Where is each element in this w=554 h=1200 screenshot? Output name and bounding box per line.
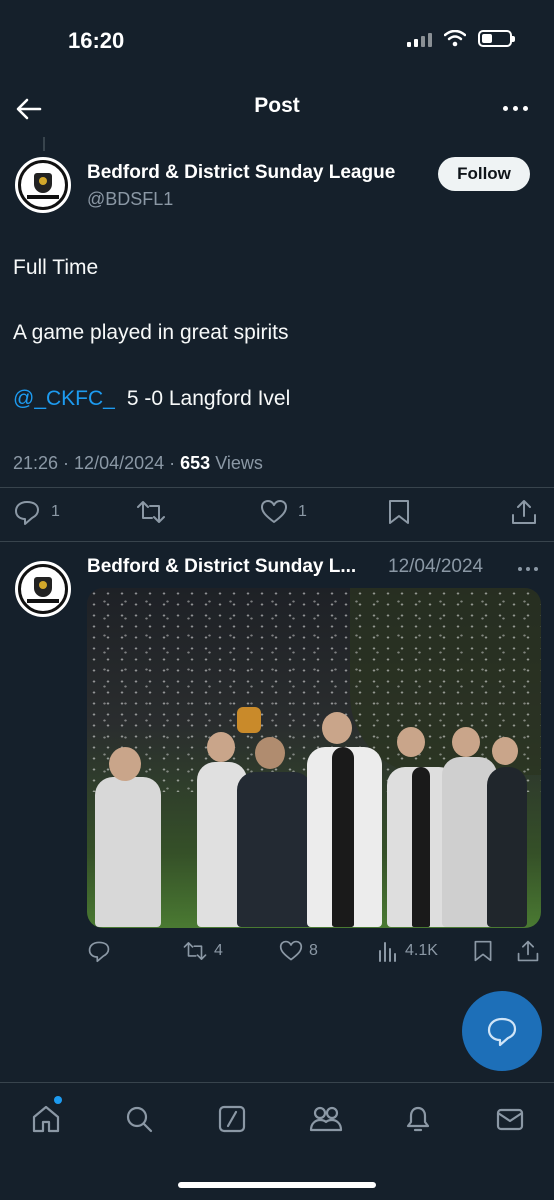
author-handle[interactable]: @BDSFL1 bbox=[87, 189, 173, 210]
tab-home[interactable] bbox=[30, 1103, 62, 1135]
signal-icon bbox=[407, 31, 432, 47]
tab-search[interactable] bbox=[123, 1103, 155, 1135]
post-meta: 21:26 · 12/04/2024 · 653 Views bbox=[13, 453, 263, 473]
post-line-2: A game played in great spirits bbox=[13, 321, 289, 344]
reply-icon bbox=[88, 941, 110, 963]
page-title: Post bbox=[254, 94, 300, 117]
like-icon bbox=[279, 940, 303, 961]
status-icons bbox=[407, 30, 515, 47]
score-text: 5 -0 Langford Ivel bbox=[126, 387, 291, 410]
compose-reply-button[interactable] bbox=[462, 991, 542, 1071]
post-line-1: Full Time bbox=[13, 256, 99, 279]
reply-author-name[interactable]: Bedford & District Sunday L... bbox=[87, 556, 356, 578]
avatar[interactable] bbox=[13, 155, 73, 215]
search-icon bbox=[126, 1106, 153, 1133]
views-icon bbox=[379, 942, 396, 962]
divider bbox=[0, 487, 554, 488]
notification-dot bbox=[54, 1096, 62, 1104]
like-button[interactable]: 1 bbox=[260, 498, 307, 526]
reply-retweet-count: 4 bbox=[214, 942, 223, 959]
views-count: 653 bbox=[180, 453, 211, 473]
reply-retweet-button[interactable]: 4 bbox=[182, 939, 223, 963]
reply-count: 1 bbox=[51, 503, 60, 520]
share-button[interactable] bbox=[510, 498, 538, 526]
divider bbox=[0, 541, 554, 542]
follow-button[interactable]: Follow bbox=[438, 157, 530, 191]
reply-button[interactable]: 1 bbox=[13, 498, 60, 526]
tab-communities[interactable] bbox=[309, 1103, 343, 1135]
like-count: 1 bbox=[298, 503, 307, 520]
reply-reply-button[interactable] bbox=[87, 939, 111, 963]
communities-icon bbox=[309, 1106, 343, 1132]
grok-icon bbox=[218, 1105, 246, 1133]
reply-like-button[interactable]: 8 bbox=[279, 939, 318, 963]
compose-icon bbox=[487, 1017, 517, 1047]
retweet-button[interactable] bbox=[135, 498, 167, 526]
reply-views: 4.1K bbox=[405, 942, 438, 959]
post-line-3: @_CKFC_ 5 -0 Langford Ivel bbox=[13, 387, 290, 411]
reply-bookmark-button[interactable] bbox=[472, 939, 494, 963]
bookmark-icon bbox=[474, 940, 492, 962]
more-icon[interactable] bbox=[503, 106, 528, 111]
messages-icon bbox=[496, 1108, 524, 1131]
reply-avatar[interactable] bbox=[13, 559, 73, 619]
bookmark-icon bbox=[389, 500, 409, 524]
tab-messages[interactable] bbox=[494, 1103, 526, 1135]
author-name[interactable]: Bedford & District Sunday League bbox=[87, 162, 395, 184]
reply-photo[interactable] bbox=[87, 588, 541, 928]
status-bar: 16:20 bbox=[0, 0, 554, 84]
tab-grok[interactable] bbox=[216, 1103, 248, 1135]
home-indicator bbox=[178, 1182, 376, 1188]
reply-like-count: 8 bbox=[309, 942, 318, 959]
top-bar: Post bbox=[0, 84, 554, 132]
share-icon bbox=[512, 500, 536, 524]
reply-share-button[interactable] bbox=[516, 939, 540, 963]
post-actions: 1 1 bbox=[0, 494, 554, 534]
battery-icon bbox=[478, 30, 515, 47]
share-icon bbox=[517, 940, 539, 962]
status-time: 16:20 bbox=[68, 28, 125, 53]
tab-notifications[interactable] bbox=[402, 1103, 434, 1135]
mention-link[interactable]: @_CKFC_ bbox=[13, 387, 115, 410]
thread-line bbox=[43, 137, 45, 151]
post-date: 12/04/2024 bbox=[74, 453, 165, 473]
home-icon bbox=[32, 1105, 60, 1133]
reply-views-button[interactable]: 4.1K bbox=[377, 939, 438, 963]
reply-more-icon[interactable] bbox=[518, 567, 538, 571]
retweet-icon bbox=[183, 942, 207, 960]
like-icon bbox=[261, 500, 287, 523]
wifi-icon bbox=[444, 30, 466, 47]
reply-date: 12/04/2024 bbox=[388, 556, 484, 577]
reply-actions: 4 8 4.1K bbox=[0, 935, 554, 975]
retweet-icon bbox=[137, 501, 165, 523]
reply-icon bbox=[15, 501, 39, 525]
notifications-icon bbox=[406, 1106, 430, 1132]
post-time: 21:26 bbox=[13, 453, 59, 473]
bookmark-button[interactable] bbox=[386, 498, 412, 526]
views-label: Views bbox=[215, 453, 263, 473]
